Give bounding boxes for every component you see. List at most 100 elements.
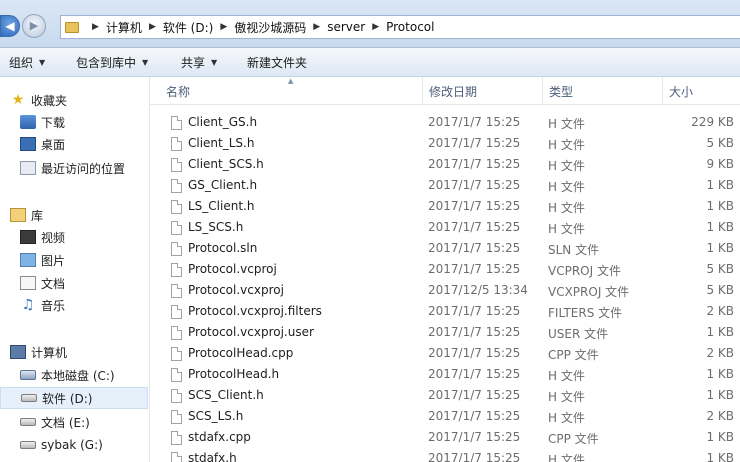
- file-modified-date: 2017/1/7 15:25: [428, 451, 521, 462]
- file-modified-date: 2017/1/7 15:25: [428, 430, 521, 444]
- file-icon: [171, 221, 182, 235]
- chevron-right-icon[interactable]: ▶: [220, 22, 227, 32]
- forward-button[interactable]: ▶: [22, 14, 46, 38]
- sidebar-computer[interactable]: 计算机: [0, 341, 148, 363]
- sidebar-item-recent-places[interactable]: 最近访问的位置: [0, 157, 148, 179]
- column-header-row: ▲ 名称 修改日期 类型 大小: [150, 77, 740, 105]
- file-size: 5 KB: [706, 262, 734, 276]
- file-row[interactable]: LS_Client.h 2017/1/7 15:25 H 文件 1 KB: [150, 196, 740, 217]
- file-type: H 文件: [548, 453, 585, 462]
- file-row[interactable]: Protocol.vcproj 2017/1/7 15:25 VCPROJ 文件…: [150, 259, 740, 280]
- file-list: ▲ 名称 修改日期 类型 大小 Client_GS.h 2017/1/7 15:…: [150, 77, 740, 462]
- file-row[interactable]: SCS_LS.h 2017/1/7 15:25 H 文件 2 KB: [150, 406, 740, 427]
- caret-down-icon: ▼: [39, 57, 46, 67]
- back-button[interactable]: ◀: [0, 15, 20, 37]
- sidebar-label: 本地磁盘 (C:): [41, 368, 115, 383]
- file-icon: [171, 410, 182, 424]
- file-type: VCXPROJ 文件: [548, 285, 630, 299]
- recent-places-icon: [20, 161, 36, 175]
- sidebar-item-downloads[interactable]: 下载: [0, 111, 148, 133]
- sidebar-label: 桌面: [41, 137, 66, 152]
- file-icon: [171, 137, 182, 151]
- sidebar-libraries[interactable]: 库: [0, 204, 148, 226]
- breadcrumb-computer[interactable]: 计算机: [106, 19, 142, 36]
- address-bar[interactable]: ▶ 计算机 ▶ 软件 (D:) ▶ 傲视沙城源码 ▶ server ▶ Prot…: [60, 15, 740, 39]
- chevron-right-icon[interactable]: ▶: [149, 22, 156, 32]
- file-modified-date: 2017/1/7 15:25: [428, 199, 521, 213]
- file-row[interactable]: Client_LS.h 2017/1/7 15:25 H 文件 5 KB: [150, 133, 740, 154]
- file-modified-date: 2017/1/7 15:25: [428, 262, 521, 276]
- organize-menu[interactable]: 组织 ▼: [0, 48, 59, 77]
- picture-icon: [20, 253, 36, 267]
- file-row[interactable]: Protocol.vcxproj.filters 2017/1/7 15:25 …: [150, 301, 740, 322]
- include-in-library-menu[interactable]: 包含到库中 ▼: [59, 48, 166, 77]
- file-icon: [171, 347, 182, 361]
- file-row[interactable]: ProtocolHead.h 2017/1/7 15:25 H 文件 1 KB: [150, 364, 740, 385]
- file-type: H 文件: [548, 159, 585, 173]
- breadcrumb-server[interactable]: server: [327, 20, 365, 34]
- sidebar-item-drive-c[interactable]: 本地磁盘 (C:): [0, 364, 148, 386]
- column-header-date[interactable]: 修改日期: [422, 77, 542, 105]
- sidebar-item-videos[interactable]: 视频: [0, 226, 148, 248]
- file-row[interactable]: Client_GS.h 2017/1/7 15:25 H 文件 229 KB: [150, 112, 740, 133]
- sidebar-label: sybak (G:): [41, 438, 103, 452]
- sidebar-item-documents[interactable]: 文档: [0, 272, 148, 294]
- sidebar-item-drive-d[interactable]: 软件 (D:): [0, 387, 148, 409]
- file-name: stdafx.cpp: [188, 430, 251, 444]
- file-row[interactable]: GS_Client.h 2017/1/7 15:25 H 文件 1 KB: [150, 175, 740, 196]
- file-name: GS_Client.h: [188, 178, 258, 192]
- drive-icon: [20, 441, 36, 449]
- new-folder-button[interactable]: 新建文件夹: [234, 48, 319, 77]
- sidebar-item-pictures[interactable]: 图片: [0, 249, 148, 271]
- music-icon: ♫: [21, 297, 35, 313]
- chevron-right-icon[interactable]: ▶: [92, 22, 99, 32]
- file-modified-date: 2017/1/7 15:25: [428, 115, 521, 129]
- file-type: VCPROJ 文件: [548, 264, 621, 278]
- file-row[interactable]: Client_SCS.h 2017/1/7 15:25 H 文件 9 KB: [150, 154, 740, 175]
- file-modified-date: 2017/1/7 15:25: [428, 388, 521, 402]
- file-icon: [171, 200, 182, 214]
- document-icon: [20, 276, 36, 290]
- file-row[interactable]: stdafx.h 2017/1/7 15:25 H 文件 1 KB: [150, 448, 740, 462]
- chevron-right-icon[interactable]: ▶: [372, 22, 379, 32]
- column-header-type[interactable]: 类型: [542, 77, 662, 105]
- share-menu[interactable]: 共享 ▼: [166, 48, 234, 77]
- sidebar-favorites[interactable]: ★ 收藏夹: [0, 89, 148, 111]
- sidebar-item-drive-g[interactable]: sybak (G:): [0, 434, 148, 456]
- file-type: H 文件: [548, 138, 585, 152]
- file-size: 1 KB: [706, 430, 734, 444]
- file-size: 2 KB: [706, 409, 734, 423]
- sidebar-item-music[interactable]: ♫ 音乐: [0, 294, 148, 316]
- star-icon: ★: [11, 92, 25, 108]
- file-type: CPP 文件: [548, 348, 599, 362]
- file-modified-date: 2017/1/7 15:25: [428, 178, 521, 192]
- column-header-size[interactable]: 大小: [662, 77, 740, 105]
- file-modified-date: 2017/1/7 15:25: [428, 304, 521, 318]
- column-header-name[interactable]: 名称: [160, 77, 422, 105]
- file-icon: [171, 305, 182, 319]
- file-type: H 文件: [548, 117, 585, 131]
- sidebar-item-desktop[interactable]: 桌面: [0, 133, 148, 155]
- file-name: Protocol.vcxproj.filters: [188, 304, 322, 318]
- file-row[interactable]: LS_SCS.h 2017/1/7 15:25 H 文件 1 KB: [150, 217, 740, 238]
- file-type: USER 文件: [548, 327, 609, 341]
- file-icon: [171, 389, 182, 403]
- chevron-right-icon[interactable]: ▶: [313, 22, 320, 32]
- file-size: 1 KB: [706, 451, 734, 462]
- breadcrumb-protocol[interactable]: Protocol: [386, 20, 434, 34]
- file-row[interactable]: stdafx.cpp 2017/1/7 15:25 CPP 文件 1 KB: [150, 427, 740, 448]
- sidebar-label: 文档: [41, 276, 66, 291]
- file-modified-date: 2017/1/7 15:25: [428, 136, 521, 150]
- new-folder-label: 新建文件夹: [247, 55, 308, 70]
- file-type: H 文件: [548, 369, 585, 383]
- breadcrumb-drive-d[interactable]: 软件 (D:): [163, 19, 213, 36]
- file-row[interactable]: ProtocolHead.cpp 2017/1/7 15:25 CPP 文件 2…: [150, 343, 740, 364]
- file-row[interactable]: SCS_Client.h 2017/1/7 15:25 H 文件 1 KB: [150, 385, 740, 406]
- breadcrumb-source-folder[interactable]: 傲视沙城源码: [234, 19, 306, 36]
- caret-down-icon: ▼: [211, 57, 218, 67]
- file-row[interactable]: Protocol.vcxproj.user 2017/1/7 15:25 USE…: [150, 322, 740, 343]
- file-size: 1 KB: [706, 241, 734, 255]
- file-row[interactable]: Protocol.sln 2017/1/7 15:25 SLN 文件 1 KB: [150, 238, 740, 259]
- file-row[interactable]: Protocol.vcxproj 2017/12/5 13:34 VCXPROJ…: [150, 280, 740, 301]
- sidebar-item-drive-e[interactable]: 文档 (E:): [0, 411, 148, 433]
